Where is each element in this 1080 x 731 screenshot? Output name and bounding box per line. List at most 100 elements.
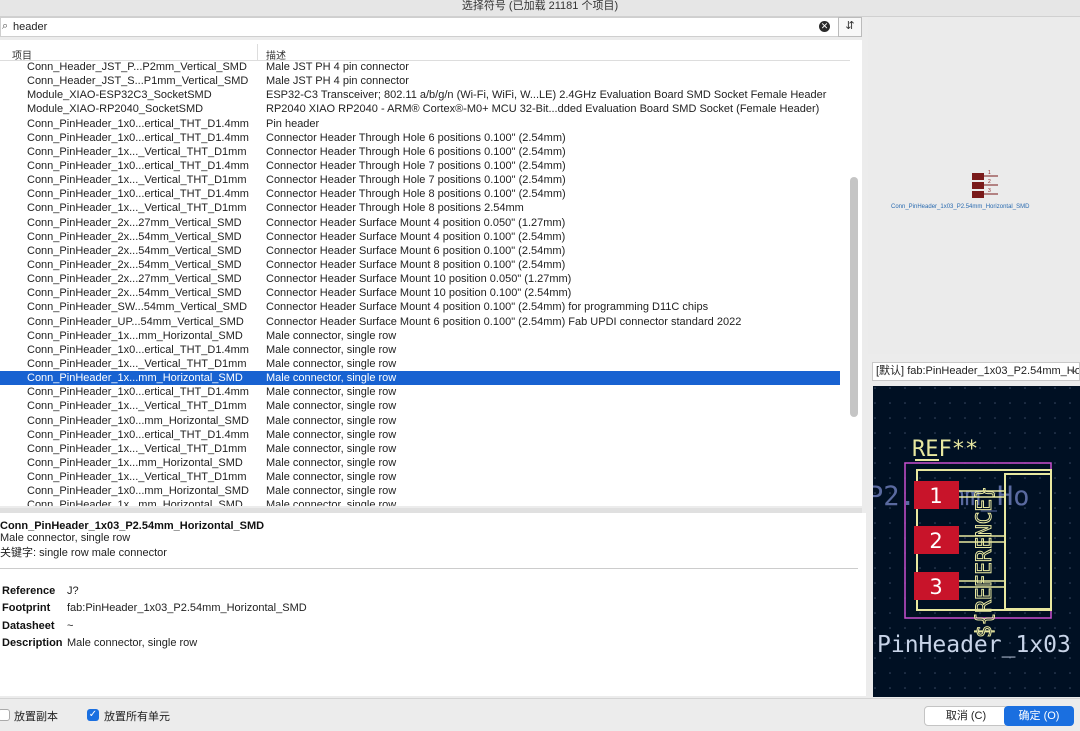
list-item[interactable]: Conn_PinHeader_1x...mm_Horizontal_SMD Mal… — [0, 456, 850, 470]
list-item-name: Conn_PinHeader_1x..._Vertical_THT_D1mm — [27, 471, 247, 484]
list-item-description: Male connector, single row — [266, 456, 397, 469]
list-item-description: Connector Header Through Hole 8 position… — [266, 188, 566, 201]
list-item-name: Conn_PinHeader_1x...mm_Horizontal_SMD — [27, 329, 243, 342]
list-item[interactable]: Conn_PinHeader_1x...mm_Horizontal_SMD Mal… — [0, 498, 850, 506]
cancel-button[interactable]: 取消 (C) — [924, 706, 1008, 726]
list-item-name: Conn_PinHeader_1x0...mm_Horizontal_SMD — [27, 414, 249, 427]
list-item[interactable]: Conn_PinHeader_1x..._Vertical_THT_D1mm Ma… — [0, 442, 850, 456]
list-item[interactable]: Conn_PinHeader_1x0...ertical_THT_D1.4mm P… — [0, 117, 850, 131]
list-item-description: Connector Header Surface Mount 4 positio… — [266, 301, 709, 314]
bottom-bar: 放置副本 ✓ 放置所有单元 取消 (C) 确定 (O) — [0, 698, 1080, 731]
list-item-description: Male connector, single row — [266, 442, 397, 455]
list-item-description: Male connector, single row — [266, 485, 397, 498]
symbol-preview-canvas: 1 2 3 Conn_PinHeader_1x03_P2.54mm_Horizo… — [891, 170, 1030, 210]
list-item-description: Connector Header Surface Mount 10 positi… — [266, 273, 572, 286]
list-item[interactable]: Conn_Header_JST_P...P2mm_Vertical_SMD Mal… — [0, 60, 850, 74]
list-item-name: Conn_PinHeader_1x0...mm_Horizontal_SMD — [27, 485, 249, 498]
list-item[interactable]: Conn_PinHeader_1x0...mm_Horizontal_SMD Ma… — [0, 414, 850, 428]
sort-icon[interactable]: ⇵ — [838, 17, 862, 37]
list-rows: Conn_Header_JST_P...P2mm_Vertical_SMD Mal… — [0, 60, 850, 506]
list-item-name: Conn_PinHeader_1x..._Vertical_THT_D1mm — [27, 442, 247, 455]
list-item[interactable]: Conn_PinHeader_2x...27mm_Vertical_SMD Con… — [0, 272, 850, 286]
list-item[interactable]: Conn_PinHeader_1x...mm_Horizontal_SMD Mal… — [0, 329, 850, 343]
symbol-list[interactable]: 项目 描述 Conn_Header_JST_P...P2mm_Vertical_… — [0, 40, 862, 506]
list-item-name: Conn_PinHeader_UP...54mm_Vertical_SMD — [27, 315, 244, 328]
datasheet-label: Datasheet — [2, 620, 55, 632]
list-item-description: Male connector, single row — [266, 499, 397, 506]
list-item[interactable]: Conn_PinHeader_SW...54mm_Vertical_SMD Con… — [0, 300, 850, 314]
detail-symbol-name: Conn_PinHeader_1x03_P2.54mm_Horizontal_S… — [0, 520, 265, 532]
detail-keywords: 关键字: single row male connector — [0, 544, 167, 560]
list-scrollbar[interactable] — [850, 177, 858, 417]
list-item[interactable]: Conn_PinHeader_1x0...ertical_THT_D1.4mm M… — [0, 385, 850, 399]
ok-button[interactable]: 确定 (O) — [1004, 706, 1074, 726]
list-item[interactable]: Conn_PinHeader_2x...54mm_Vertical_SMD Con… — [0, 230, 850, 244]
list-item[interactable]: Conn_PinHeader_1x0...mm_Horizontal_SMD Ma… — [0, 484, 850, 498]
list-item-description: Male connector, single row — [266, 372, 397, 385]
list-item-description: Connector Header Through Hole 6 position… — [266, 145, 566, 158]
symbol-pin-number: 2 — [988, 179, 991, 185]
list-item[interactable]: Conn_PinHeader_1x0...ertical_THT_D1.4mm M… — [0, 343, 850, 357]
list-item-description: RP2040 XIAO RP2040 - ARM® Cortex®-M0+ MC… — [266, 103, 820, 116]
place-all-units-checkbox[interactable]: ✓ — [87, 709, 99, 721]
list-item[interactable]: Conn_PinHeader_1x0...ertical_THT_D1.4mm C… — [0, 187, 850, 201]
list-item-name: Conn_PinHeader_1x0...ertical_THT_D1.4mm — [27, 117, 249, 130]
list-item[interactable]: Conn_PinHeader_1x..._Vertical_THT_D1mm Co… — [0, 173, 850, 187]
search-box[interactable]: ⌕ ✕ — [0, 17, 862, 37]
list-item[interactable]: Conn_PinHeader_2x...27mm_Vertical_SMD Con… — [0, 216, 850, 230]
symbol-pin-body — [972, 173, 984, 180]
list-item-selected[interactable]: Conn_PinHeader_1x...mm_Horizontal_SMD Mal… — [0, 371, 840, 386]
list-item[interactable]: Module_XIAO-ESP32C3_SocketSMD ESP32-C3 Tr… — [0, 88, 850, 102]
list-item-name: Conn_PinHeader_1x..._Vertical_THT_D1mm — [27, 400, 247, 413]
search-input[interactable] — [13, 20, 803, 34]
list-item-name: Conn_PinHeader_2x...27mm_Vertical_SMD — [27, 216, 242, 229]
chevron-down-icon[interactable]: ⌄ — [1069, 365, 1077, 376]
list-item[interactable]: Conn_PinHeader_1x0...ertical_THT_D1.4mm C… — [0, 131, 850, 145]
datasheet-value[interactable]: ~ — [67, 620, 73, 632]
window-title: 选择符号 (已加载 21181 个项目) — [0, 0, 1080, 17]
list-item[interactable]: Conn_PinHeader_1x..._Vertical_THT_D1mm Ma… — [0, 470, 850, 484]
list-header: 项目 描述 — [0, 42, 850, 62]
list-item[interactable]: Conn_PinHeader_1x0...ertical_THT_D1.4mm M… — [0, 428, 850, 442]
footprint-ref-text: REF** — [912, 437, 978, 462]
footprint-selector-prefix: [默认] — [876, 365, 905, 377]
pad-number: 3 — [929, 575, 942, 599]
list-item[interactable]: Conn_PinHeader_2x...54mm_Vertical_SMD Con… — [0, 244, 850, 258]
footprint-canvas: P2.54mm_Ho REF** 1 2 3 ${REFERENCE} PinH… — [873, 386, 1080, 697]
list-item-name: Module_XIAO-ESP32C3_SocketSMD — [27, 89, 212, 102]
list-item-name: Conn_PinHeader_1x0...ertical_THT_D1.4mm — [27, 188, 249, 201]
list-item-name: Conn_PinHeader_2x...27mm_Vertical_SMD — [27, 273, 242, 286]
place-repeated-label[interactable]: 放置副本 — [14, 708, 58, 724]
column-divider[interactable] — [257, 44, 258, 60]
list-item[interactable]: Conn_PinHeader_2x...54mm_Vertical_SMD Con… — [0, 286, 850, 300]
list-item[interactable]: Conn_PinHeader_1x0...ertical_THT_D1.4mm C… — [0, 159, 850, 173]
list-item-description: Connector Header Surface Mount 8 positio… — [266, 258, 566, 271]
list-item[interactable]: Conn_PinHeader_2x...54mm_Vertical_SMD Con… — [0, 258, 850, 272]
list-item-name: Conn_PinHeader_1x0...ertical_THT_D1.4mm — [27, 386, 249, 399]
list-item[interactable]: Conn_PinHeader_1x..._Vertical_THT_D1mm Ma… — [0, 399, 850, 413]
list-item-description: Male connector, single row — [266, 428, 397, 441]
list-item-name: Conn_PinHeader_1x...mm_Horizontal_SMD — [27, 499, 243, 506]
symbol-pin-body — [972, 191, 984, 198]
list-item[interactable]: Conn_PinHeader_1x..._Vertical_THT_D1mm Ma… — [0, 357, 850, 371]
list-item-description: Male JST PH 4 pin connector — [266, 61, 409, 73]
footprint-selector[interactable]: [默认] fab:PinHeader_1x03_P2.54mm_Horizont… — [872, 362, 1080, 381]
clear-search-icon[interactable]: ✕ — [819, 21, 830, 32]
list-item-description: Male connector, single row — [266, 386, 397, 399]
list-item[interactable]: Conn_Header_JST_S...P1mm_Vertical_SMD Mal… — [0, 74, 850, 88]
list-item-name: Conn_PinHeader_1x..._Vertical_THT_D1mm — [27, 145, 247, 158]
list-item-name: Conn_PinHeader_2x...54mm_Vertical_SMD — [27, 230, 242, 243]
footprint-name-text: PinHeader_1x03 — [877, 632, 1071, 658]
list-item-name: Conn_PinHeader_1x..._Vertical_THT_D1mm — [27, 357, 247, 370]
list-item[interactable]: Conn_PinHeader_1x..._Vertical_THT_D1mm Co… — [0, 201, 850, 215]
details-panel: Conn_PinHeader_1x03_P2.54mm_Horizontal_S… — [0, 513, 866, 696]
place-repeated-checkbox[interactable] — [0, 709, 10, 721]
description-value: Male connector, single row — [67, 637, 198, 649]
list-item-description: Male connector, single row — [266, 471, 397, 484]
list-item-name: Conn_PinHeader_2x...54mm_Vertical_SMD — [27, 258, 242, 271]
place-all-units-label[interactable]: 放置所有单元 — [104, 708, 170, 724]
list-item[interactable]: Conn_PinHeader_UP...54mm_Vertical_SMD Con… — [0, 315, 850, 329]
list-item[interactable]: Conn_PinHeader_1x..._Vertical_THT_D1mm Co… — [0, 145, 850, 159]
list-item[interactable]: Module_XIAO-RP2040_SocketSMD RP2040 XIAO … — [0, 102, 850, 116]
list-item-name: Conn_Header_JST_P...P2mm_Vertical_SMD — [27, 61, 247, 73]
